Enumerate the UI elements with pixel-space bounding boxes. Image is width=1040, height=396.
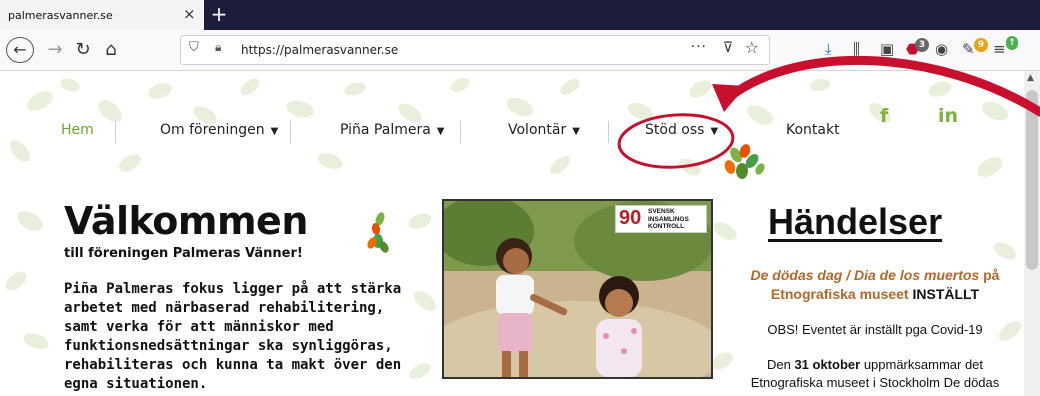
welcome-heading: Välkommen <box>64 199 308 243</box>
badge-line: KONTROLL <box>648 223 685 230</box>
badge-line: INSAMLINGS <box>648 215 689 223</box>
badge-number: 90 <box>619 207 642 229</box>
forward-button[interactable]: → <box>42 37 68 63</box>
web-page: Hem Om föreningen ▼ Piña Palmera ▼ Volontä… <box>0 71 1024 396</box>
tab-bar: palmerasvanner.se × + <box>0 0 1040 30</box>
leaf-logo-icon <box>724 144 765 179</box>
caret-down-icon: ▼ <box>270 126 279 137</box>
pocket-icon[interactable]: ⊽ <box>723 40 733 56</box>
nav-home[interactable]: Hem <box>61 122 94 138</box>
back-button[interactable]: ← <box>6 37 34 63</box>
events-heading: Händelser <box>768 201 943 242</box>
nav-volunteer[interactable]: Volontär ▼ <box>508 122 580 138</box>
nav-pina-palmera[interactable]: Piña Palmera ▼ <box>340 122 445 138</box>
event-desc-prefix: Den <box>766 357 791 372</box>
browser-tab[interactable]: palmerasvanner.se × <box>0 0 204 30</box>
nav-separator <box>460 121 461 143</box>
extension-icon[interactable]: ✎ <box>962 40 975 58</box>
90-konto-badge: 90 SVENSK INSAMLINGS KONTROLL <box>615 205 707 233</box>
nav-separator <box>290 121 291 143</box>
update-badge: ↑ <box>1006 36 1018 50</box>
scrollbar-thumb[interactable] <box>1026 90 1038 270</box>
menu-icon[interactable]: ≡ <box>993 40 1006 58</box>
nav-about[interactable]: Om föreningen ▼ <box>160 122 278 138</box>
caret-down-icon: ▼ <box>572 126 580 137</box>
event-title[interactable]: De dödas dag / Dia de los muertos på Etn… <box>730 266 1020 304</box>
nav-separator <box>608 121 609 143</box>
welcome-paragraph: Piña Palmeras fokus ligger på att stärka… <box>64 281 402 392</box>
children-photo: 90 SVENSK INSAMLINGS KONTROLL <box>442 199 713 379</box>
library-icon[interactable]: ⫼ <box>853 40 860 58</box>
badge-text: SVENSK INSAMLINGS KONTROLL <box>648 208 689 231</box>
event-place: Etnografiska museet <box>770 286 909 302</box>
nav-contact[interactable]: Kontakt <box>786 122 840 138</box>
downloads-icon[interactable]: ⤓ <box>825 40 832 58</box>
caret-down-icon: ▼ <box>436 126 445 137</box>
tracking-shield-icon[interactable]: ⛉ <box>189 40 199 55</box>
nav-about-label: Om föreningen <box>160 122 265 138</box>
event-description: Den 31 oktober uppmärksammar det Etnogra… <box>730 356 1020 392</box>
nav-separator <box>115 121 116 143</box>
page-actions-menu-icon[interactable]: ··· <box>691 39 707 55</box>
url-text[interactable]: https://palmerasvanner.se <box>241 43 398 57</box>
event-status: INSTÄLLT <box>912 286 980 302</box>
tab-title: palmerasvanner.se <box>8 9 113 22</box>
account-icon[interactable]: ◉ <box>935 40 948 58</box>
event-date: 31 oktober <box>794 357 861 372</box>
close-tab-icon[interactable]: × <box>183 5 196 23</box>
nav-support-label: Stöd oss <box>645 122 705 138</box>
reload-button[interactable]: ↻ <box>70 37 96 63</box>
event-place-prefix: på <box>983 267 1000 283</box>
navigation-toolbar: ← → ↻ ⌂ ⛉ 🔒︎ https://palmerasvanner.se ·… <box>0 30 1040 71</box>
bookmark-star-icon[interactable]: ☆ <box>745 38 759 57</box>
badge-line: SVENSK <box>648 208 675 215</box>
welcome-subheading: till föreningen Palmeras Vänner! <box>64 246 303 261</box>
scroll-up-icon[interactable]: ▲ <box>1027 73 1034 83</box>
adblock-count-badge: 3 <box>915 38 929 52</box>
nav-pina-label: Piña Palmera <box>340 122 431 138</box>
event-name: De dödas dag / Dia de los muertos <box>750 267 980 283</box>
nav-support[interactable]: Stöd oss ▼ <box>645 122 718 138</box>
leaf-hand-icon <box>367 212 389 253</box>
extension-count-badge: 9 <box>974 38 988 52</box>
sidebar-icon[interactable]: ▣ <box>880 40 894 58</box>
address-bar[interactable]: ⛉ 🔒︎ https://palmerasvanner.se ··· ⊽ ☆ <box>180 35 770 65</box>
caret-down-icon: ▼ <box>710 126 719 137</box>
new-tab-button[interactable]: + <box>208 2 230 26</box>
lock-icon[interactable]: 🔒︎ <box>215 40 221 55</box>
nav-volunteer-label: Volontär <box>508 122 567 138</box>
facebook-icon[interactable]: f <box>880 105 888 127</box>
linkedin-icon[interactable]: in <box>938 105 958 127</box>
event-note: OBS! Eventet är inställt pga Covid-19 <box>767 322 983 337</box>
home-icon[interactable]: ⌂ <box>98 37 124 63</box>
